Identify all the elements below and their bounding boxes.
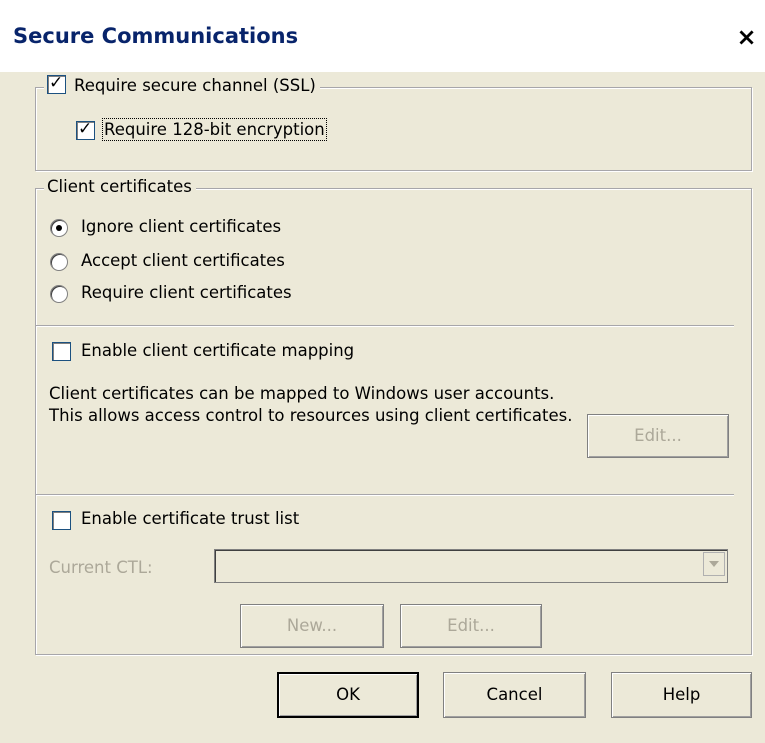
ignore-certificates-radio[interactable] [50, 219, 68, 237]
title-bar: Secure Communications × [0, 0, 765, 72]
checkmark-icon: ✓ [78, 119, 93, 139]
accept-certificates-radio[interactable] [50, 253, 68, 271]
close-icon: × [736, 23, 757, 51]
ok-button[interactable]: OK [277, 672, 419, 718]
require-ssl-checkbox[interactable]: ✓ [47, 73, 66, 94]
cancel-button[interactable]: Cancel [443, 672, 586, 718]
client-certificates-legend: Client certificates [44, 177, 196, 196]
trust-list-checkbox[interactable] [52, 511, 71, 530]
chevron-down-icon[interactable] [703, 552, 725, 576]
require-128bit-checkbox[interactable]: ✓ [76, 119, 95, 140]
help-button[interactable]: Help [611, 672, 752, 718]
current-ctl-dropdown[interactable] [214, 549, 728, 583]
require-ssl-label[interactable]: Require secure channel (SSL) [74, 76, 316, 95]
mapping-edit-button[interactable]: Edit... [587, 414, 729, 458]
checkmark-icon: ✓ [49, 73, 64, 93]
ignore-certificates-label[interactable]: Ignore client certificates [81, 217, 281, 236]
trust-list-label[interactable]: Enable certificate trust list [81, 509, 299, 528]
ctl-new-button[interactable]: New... [240, 604, 384, 648]
radio-dot [56, 225, 62, 231]
require-certificates-radio[interactable] [50, 285, 68, 303]
certificate-mapping-label[interactable]: Enable client certificate mapping [81, 341, 354, 360]
dialog-title: Secure Communications [13, 24, 299, 48]
close-button[interactable]: × [728, 20, 765, 54]
current-ctl-label: Current CTL: [49, 558, 153, 577]
separator [36, 325, 734, 326]
ssl-legend: ✓ Require secure channel (SSL) [44, 73, 320, 96]
mapping-description: Client certificates can be mapped to Win… [49, 384, 573, 425]
certificate-mapping-checkbox[interactable] [52, 342, 71, 361]
require-certificates-label[interactable]: Require client certificates [81, 283, 292, 302]
require-128bit-label[interactable]: Require 128-bit encryption [102, 118, 327, 141]
separator [36, 494, 734, 495]
accept-certificates-label[interactable]: Accept client certificates [81, 251, 285, 270]
ctl-edit-button[interactable]: Edit... [400, 604, 542, 648]
